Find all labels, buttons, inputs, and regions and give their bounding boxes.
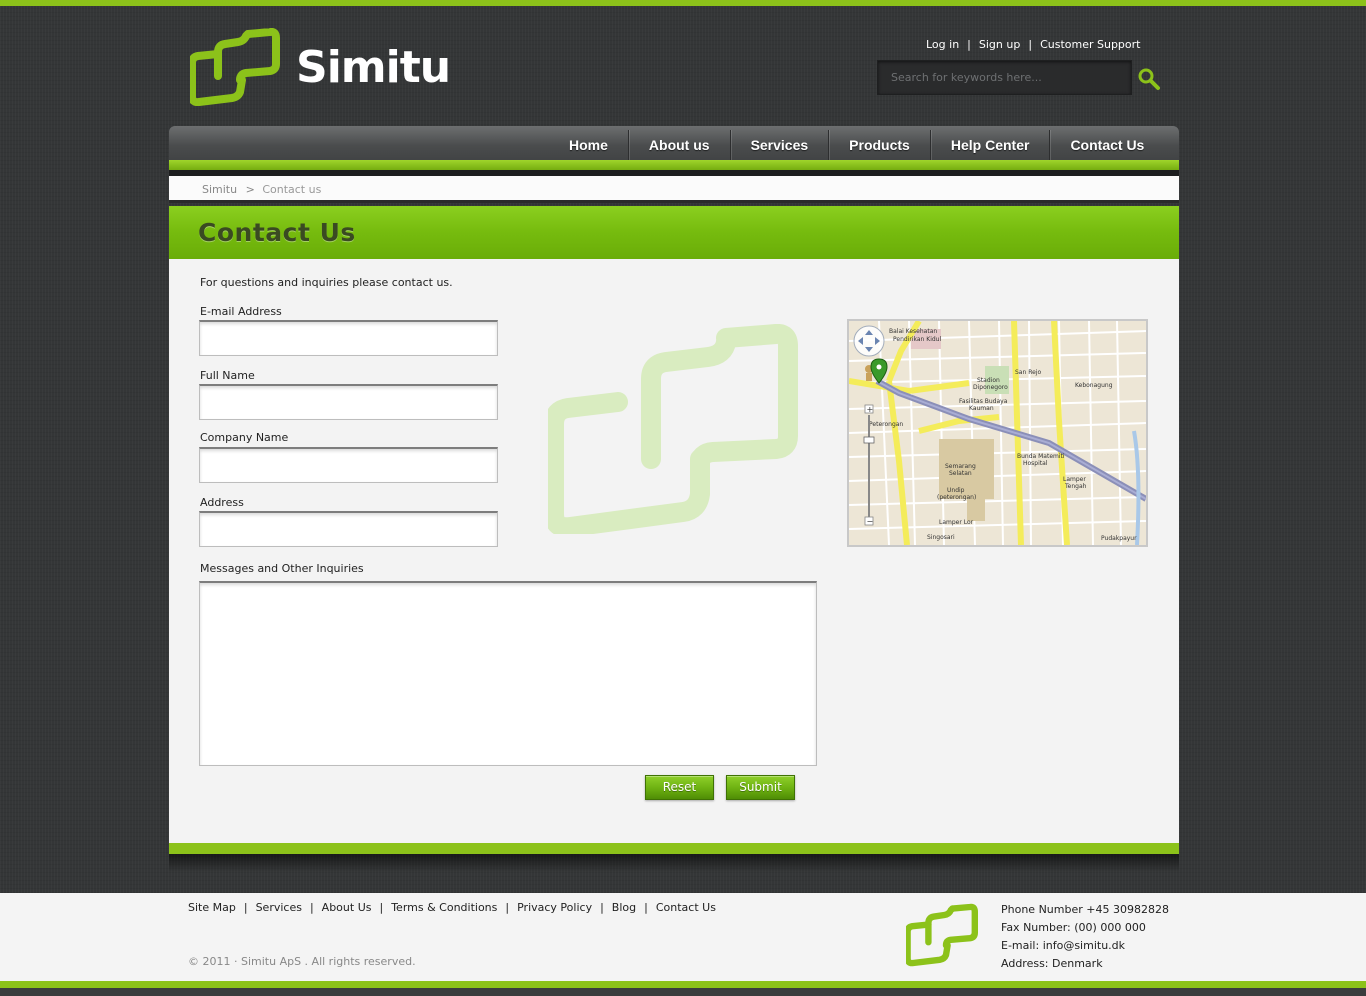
signup-link[interactable]: Sign up (979, 38, 1020, 51)
map-label: Undip (947, 487, 965, 494)
footer-separator: | (379, 901, 384, 914)
footer-separator: | (309, 901, 314, 914)
map-label: Selatan (949, 470, 972, 477)
map-label: Lamper (1063, 476, 1086, 483)
company-label: Company Name (200, 431, 289, 444)
nav-home[interactable]: Home (549, 130, 628, 160)
map-label: (peterongan) (937, 494, 976, 501)
main-nav: Home About us Services Products Help Cen… (549, 130, 1164, 160)
map-label: San Rejo (1015, 369, 1041, 376)
company-field[interactable] (200, 449, 497, 482)
footer-link-about-us[interactable]: About Us (322, 901, 372, 914)
top-link-separator: | (967, 38, 971, 51)
map-label: Pendirikan Kidul (893, 336, 941, 343)
map-label: Tengah (1064, 483, 1087, 490)
footer-link-site-map[interactable]: Site Map (188, 901, 236, 914)
address-field-box (199, 511, 498, 547)
map-pan-control-icon[interactable] (853, 325, 885, 357)
login-link[interactable]: Log in (926, 38, 959, 51)
footer-green-strip (0, 981, 1366, 988)
contact-info: Phone Number +45 30982828 Fax Number: (0… (1001, 901, 1169, 973)
map-label: Kebonagung (1075, 382, 1113, 389)
map-label: Singosari (927, 534, 955, 541)
zoom-in-icon[interactable]: + (867, 405, 874, 414)
address-field[interactable] (200, 513, 497, 546)
messages-textarea-box (199, 581, 817, 766)
messages-label: Messages and Other Inquiries (200, 562, 364, 575)
search-button[interactable] (1136, 66, 1162, 92)
map-label: Semarang (945, 463, 976, 470)
footer-dark-strip (0, 988, 1366, 996)
map-label: Stadion (977, 377, 1000, 384)
page-title: Contact Us (198, 218, 356, 247)
map-graphic: Balai Kesehatan Pendirikan Kidul Stadion… (849, 321, 1146, 545)
breadcrumb: Simitu > Contact us (169, 176, 1179, 203)
nav-help-center[interactable]: Help Center (929, 130, 1050, 160)
footer-links: Site Map | Services | About Us | Terms &… (188, 901, 716, 914)
logo-wordmark: Simitu (296, 42, 451, 93)
submit-button[interactable]: Submit (726, 775, 795, 800)
map-label: Pudakpayur (1101, 535, 1137, 542)
top-links: Log in | Sign up | Customer Support (926, 38, 1140, 51)
map-label: Fasilitas Budaya (959, 398, 1008, 405)
messages-textarea[interactable] (200, 583, 816, 765)
fullname-field-box (199, 384, 498, 420)
footer-separator: | (243, 901, 248, 914)
nav-services[interactable]: Services (729, 130, 829, 160)
search-box (877, 60, 1132, 95)
footer-separator: | (644, 901, 648, 914)
simitu-logo-icon (190, 28, 280, 106)
footer-link-terms[interactable]: Terms & Conditions (391, 901, 497, 914)
fullname-label: Full Name (200, 369, 255, 382)
footer-separator: | (505, 901, 510, 914)
fullname-field[interactable] (200, 386, 497, 419)
content-shadow (169, 854, 1179, 872)
location-map[interactable]: Balai Kesehatan Pendirikan Kidul Stadion… (847, 319, 1148, 547)
breadcrumb-separator: > (245, 183, 255, 196)
email-field[interactable] (200, 322, 497, 355)
map-label: Kauman (969, 405, 994, 412)
map-label: Lamper Lor (939, 519, 974, 526)
map-label: Diponegoro (973, 384, 1008, 391)
email-label: E-mail Address (200, 305, 282, 318)
footer-link-contact-us[interactable]: Contact Us (656, 901, 716, 914)
watermark-logo-icon (544, 323, 798, 538)
intro-text: For questions and inquiries please conta… (200, 276, 453, 289)
copyright-text: © 2011 · Simitu ApS . All rights reserve… (188, 955, 416, 968)
page-title-banner: Contact Us (169, 206, 1179, 259)
footer-link-privacy[interactable]: Privacy Policy (517, 901, 592, 914)
top-accent-stripe (0, 0, 1366, 6)
footer-link-services[interactable]: Services (256, 901, 302, 914)
footer-logo-icon (904, 902, 986, 971)
map-label: Hospital (1023, 460, 1048, 467)
contact-fax: Fax Number: (00) 000 000 (1001, 921, 1146, 934)
magnifier-icon (1138, 68, 1160, 90)
address-label: Address (200, 496, 244, 509)
site-logo[interactable]: Simitu (190, 28, 480, 106)
email-field-box (199, 320, 498, 356)
top-link-separator: | (1028, 38, 1033, 51)
content-bottom-strip (169, 843, 1179, 854)
map-label: Bunda Matemiti (1017, 453, 1065, 460)
nav-green-strip (169, 160, 1179, 170)
footer-separator: | (600, 901, 604, 914)
footer-link-blog[interactable]: Blog (612, 901, 636, 914)
contact-email[interactable]: E-mail: info@simitu.dk (1001, 937, 1169, 955)
search-input[interactable] (878, 61, 1131, 94)
customer-support-link[interactable]: Customer Support (1040, 38, 1140, 51)
reset-button[interactable]: Reset (645, 775, 714, 800)
contact-phone: Phone Number +45 30982828 (1001, 903, 1169, 916)
nav-contact-us[interactable]: Contact Us (1049, 130, 1164, 160)
nav-products[interactable]: Products (828, 130, 930, 160)
map-label: Balai Kesehatan (889, 328, 937, 335)
map-label: Peterongan (869, 421, 903, 428)
contact-address: Address: Denmark (1001, 957, 1103, 970)
breadcrumb-current: Contact us (262, 183, 322, 196)
company-field-box (199, 447, 498, 483)
breadcrumb-root[interactable]: Simitu (202, 183, 237, 196)
zoom-out-icon[interactable]: − (867, 517, 874, 526)
nav-about-us[interactable]: About us (627, 130, 730, 160)
